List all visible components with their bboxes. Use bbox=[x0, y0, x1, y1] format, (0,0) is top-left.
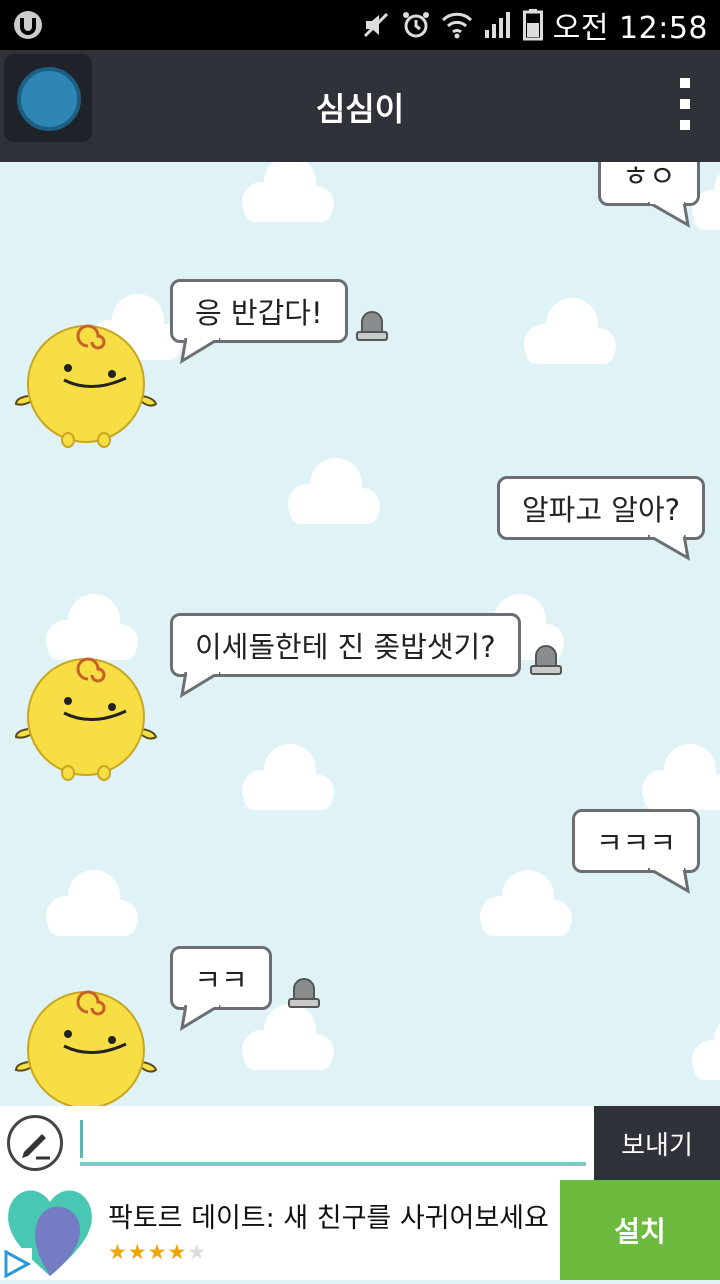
user-message-bubble: ㅎㅇ bbox=[598, 162, 700, 206]
message-text: 이세돌한테 진 좆밥샛기? bbox=[195, 630, 496, 664]
cloud-icon bbox=[524, 298, 616, 364]
chat-area[interactable]: ㅎㅇ 응 반갑다! 알파고 알아? 이세돌한테 진 좆밥샛기? ㅋㅋㅋ ㅋㅋ bbox=[0, 162, 720, 1106]
battery-icon bbox=[522, 9, 543, 41]
cloud-icon bbox=[642, 744, 720, 810]
user-message-bubble: ㅋㅋㅋ bbox=[572, 809, 700, 873]
ad-choices-icon[interactable] bbox=[0, 1248, 32, 1280]
user-message-bubble: 알파고 알아? bbox=[497, 476, 706, 540]
cloud-icon bbox=[692, 1023, 720, 1080]
cloud-icon bbox=[288, 458, 380, 524]
cloud-icon bbox=[242, 744, 334, 810]
carrier-u-icon bbox=[14, 11, 42, 39]
overflow-menu-icon[interactable] bbox=[678, 78, 692, 138]
pencil-icon[interactable] bbox=[7, 1115, 63, 1171]
cloud-icon bbox=[242, 1004, 334, 1070]
send-button[interactable]: 보내기 bbox=[594, 1106, 720, 1180]
message-text: ㅋㅋ bbox=[194, 963, 248, 997]
bubble-tail bbox=[180, 338, 221, 364]
ad-rating-stars: ★★★★★ bbox=[108, 1240, 207, 1264]
mute-icon bbox=[363, 12, 388, 38]
star-icon-empty: ★ bbox=[187, 1240, 208, 1264]
message-text: 알파고 알아? bbox=[522, 493, 681, 527]
message-text: 응 반갑다! bbox=[195, 296, 323, 330]
wifi-icon bbox=[441, 12, 472, 39]
report-siren-icon[interactable] bbox=[354, 310, 390, 342]
bubble-tail bbox=[648, 202, 691, 228]
message-input[interactable] bbox=[80, 1118, 586, 1166]
app-bar: 심심이 bbox=[0, 50, 720, 162]
report-siren-icon[interactable] bbox=[528, 644, 564, 676]
simsimi-avatar[interactable] bbox=[12, 986, 160, 1106]
bubble-tail bbox=[180, 672, 221, 698]
bubble-tail bbox=[648, 535, 691, 561]
cloud-icon bbox=[480, 870, 572, 936]
bot-message-bubble: 이세돌한테 진 좆밥샛기? bbox=[170, 613, 521, 677]
ad-banner[interactable]: 팍토르 데이트: 새 친구를 사귀어보세요 ★★★★★ 설치 bbox=[0, 1180, 720, 1280]
bot-message-bubble: 응 반갑다! bbox=[170, 279, 348, 343]
text-cursor bbox=[80, 1120, 83, 1158]
bubble-tail bbox=[180, 1005, 221, 1031]
status-time: 오전 12:58 bbox=[552, 11, 708, 46]
star-icon-filled: ★★★★ bbox=[108, 1240, 188, 1264]
cloud-icon bbox=[242, 162, 334, 222]
report-siren-icon[interactable] bbox=[286, 977, 322, 1009]
simsimi-avatar[interactable] bbox=[12, 653, 160, 783]
bot-message-bubble: ㅋㅋ bbox=[170, 946, 272, 1010]
signal-icon bbox=[484, 12, 510, 38]
message-text: ㅋㅋㅋ bbox=[595, 826, 677, 860]
status-bar: 오전 12:58 bbox=[0, 0, 720, 50]
cloud-icon bbox=[46, 870, 138, 936]
simsimi-avatar[interactable] bbox=[12, 320, 160, 450]
page-title: 심심이 bbox=[315, 90, 405, 128]
install-button[interactable]: 설치 bbox=[560, 1180, 720, 1280]
bubble-tail bbox=[648, 868, 691, 894]
alarm-icon bbox=[402, 12, 429, 38]
ad-title[interactable]: 팍토르 데이트: 새 친구를 사귀어보세요 bbox=[108, 1196, 549, 1235]
message-input-bar: 보내기 bbox=[0, 1106, 720, 1180]
message-text: ㅎㅇ bbox=[622, 162, 676, 193]
